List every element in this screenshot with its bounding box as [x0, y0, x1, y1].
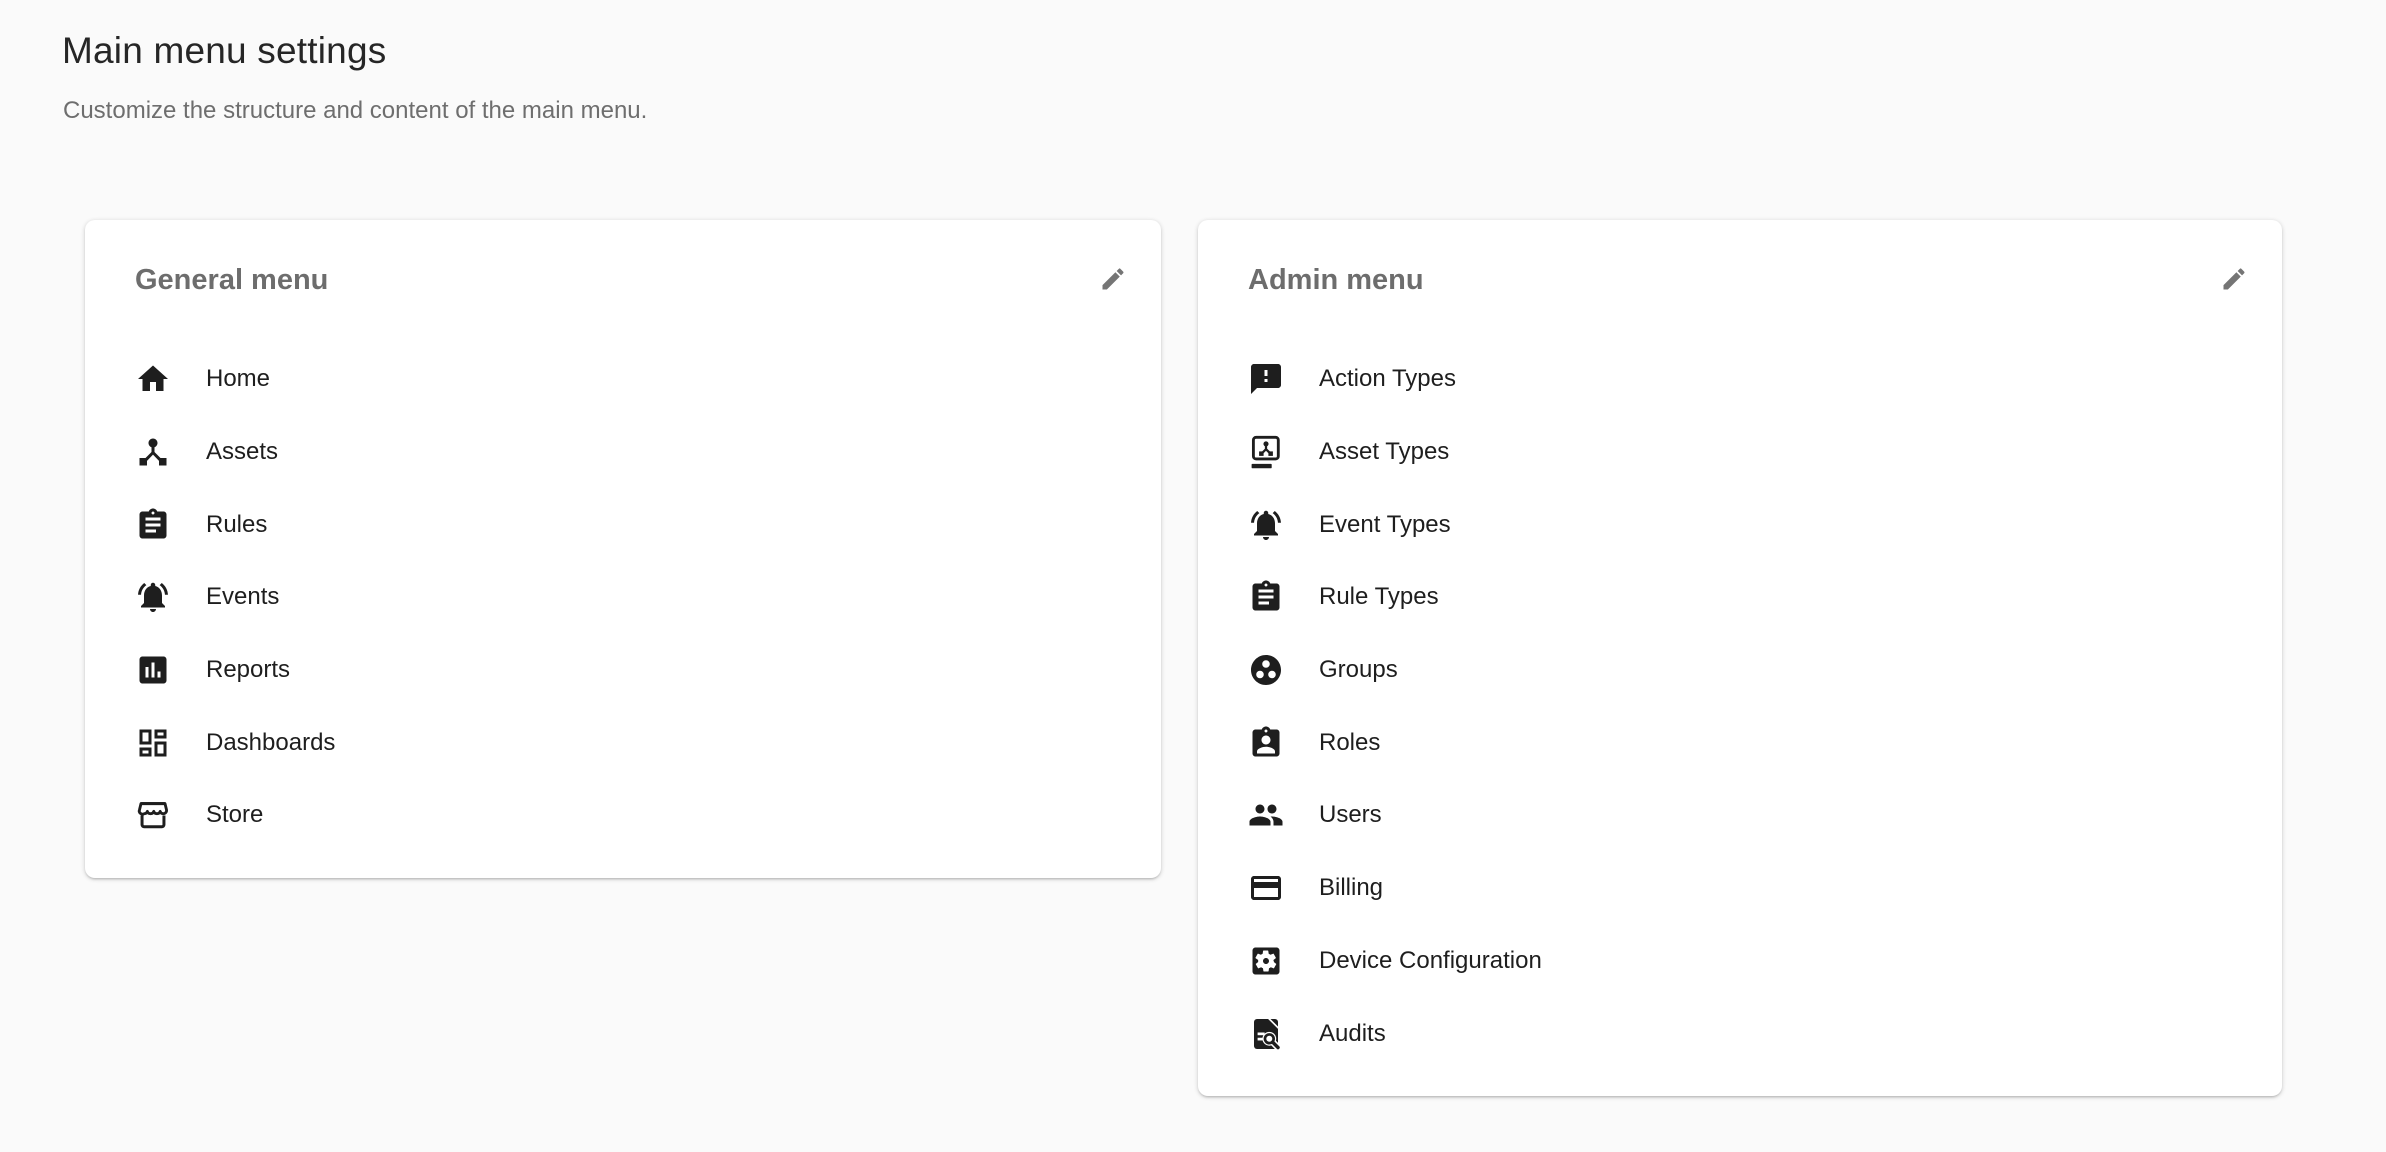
asset-type-box-icon — [1248, 434, 1284, 470]
menu-item-rules[interactable]: Rules — [135, 488, 1127, 561]
menu-item-label: Assets — [206, 438, 278, 466]
menu-item-rule-types[interactable]: Rule Types — [1248, 561, 2248, 634]
group-work-icon — [1248, 652, 1284, 688]
pencil-icon — [2220, 265, 2248, 293]
storefront-icon — [135, 797, 171, 833]
menu-item-asset-types[interactable]: Asset Types — [1248, 416, 2248, 489]
menu-item-label: Roles — [1319, 729, 1380, 757]
general-menu-title: General menu — [135, 264, 328, 296]
menu-item-action-types[interactable]: Action Types — [1248, 343, 2248, 416]
menu-item-roles[interactable]: Roles — [1248, 706, 2248, 779]
menu-item-event-types[interactable]: Event Types — [1248, 488, 2248, 561]
dashboard-icon — [135, 725, 171, 761]
menu-item-label: Event Types — [1319, 511, 1451, 539]
menu-item-label: Events — [206, 583, 279, 611]
admin-menu-list: Action Types Asset Types Event Types Rul… — [1248, 343, 2248, 1070]
menu-item-dashboards[interactable]: Dashboards — [135, 706, 1127, 779]
menu-item-label: Asset Types — [1319, 438, 1449, 466]
menu-item-store[interactable]: Store — [135, 779, 1127, 852]
menu-item-home[interactable]: Home — [135, 343, 1127, 416]
general-menu-list: Home Assets Rules Events Reports Dashboa… — [135, 343, 1127, 852]
menu-item-groups[interactable]: Groups — [1248, 634, 2248, 707]
menu-item-label: Store — [206, 801, 263, 829]
menu-item-events[interactable]: Events — [135, 561, 1127, 634]
badge-person-icon — [1248, 725, 1284, 761]
menu-item-label: Users — [1319, 801, 1382, 829]
general-menu-card: General menu Home Assets Rules Events Re… — [85, 220, 1161, 878]
menu-item-label: Audits — [1319, 1020, 1386, 1048]
document-search-icon — [1248, 1016, 1284, 1052]
bell-icon — [135, 579, 171, 615]
menu-item-label: Dashboards — [206, 729, 335, 757]
page-title: Main menu settings — [62, 30, 386, 72]
bar-chart-icon — [135, 652, 171, 688]
menu-item-label: Billing — [1319, 874, 1383, 902]
menu-item-label: Action Types — [1319, 365, 1456, 393]
bell-icon — [1248, 507, 1284, 543]
menu-item-assets[interactable]: Assets — [135, 416, 1127, 489]
device-hub-icon — [135, 434, 171, 470]
admin-menu-header: Admin menu — [1248, 264, 2248, 296]
menu-item-reports[interactable]: Reports — [135, 634, 1127, 707]
menu-item-device-configuration[interactable]: Device Configuration — [1248, 925, 2248, 998]
clipboard-icon — [1248, 579, 1284, 615]
pencil-icon — [1099, 265, 1127, 293]
admin-menu-card: Admin menu Action Types Asset Types Even… — [1198, 220, 2282, 1096]
menu-item-billing[interactable]: Billing — [1248, 852, 2248, 925]
menu-item-label: Rules — [206, 511, 267, 539]
credit-card-icon — [1248, 870, 1284, 906]
admin-menu-title: Admin menu — [1248, 264, 1424, 296]
home-icon — [135, 361, 171, 397]
menu-item-users[interactable]: Users — [1248, 779, 2248, 852]
edit-admin-menu-button[interactable] — [2220, 265, 2248, 293]
edit-general-menu-button[interactable] — [1099, 265, 1127, 293]
settings-gear-icon — [1248, 943, 1284, 979]
general-menu-header: General menu — [135, 264, 1127, 296]
page-subtitle: Customize the structure and content of t… — [63, 97, 647, 125]
menu-item-label: Home — [206, 365, 270, 393]
menu-item-label: Reports — [206, 656, 290, 684]
menu-item-label: Groups — [1319, 656, 1398, 684]
people-icon — [1248, 797, 1284, 833]
menu-item-label: Device Configuration — [1319, 947, 1542, 975]
clipboard-icon — [135, 507, 171, 543]
exclamation-bubble-icon — [1248, 361, 1284, 397]
menu-item-audits[interactable]: Audits — [1248, 997, 2248, 1070]
menu-item-label: Rule Types — [1319, 583, 1439, 611]
